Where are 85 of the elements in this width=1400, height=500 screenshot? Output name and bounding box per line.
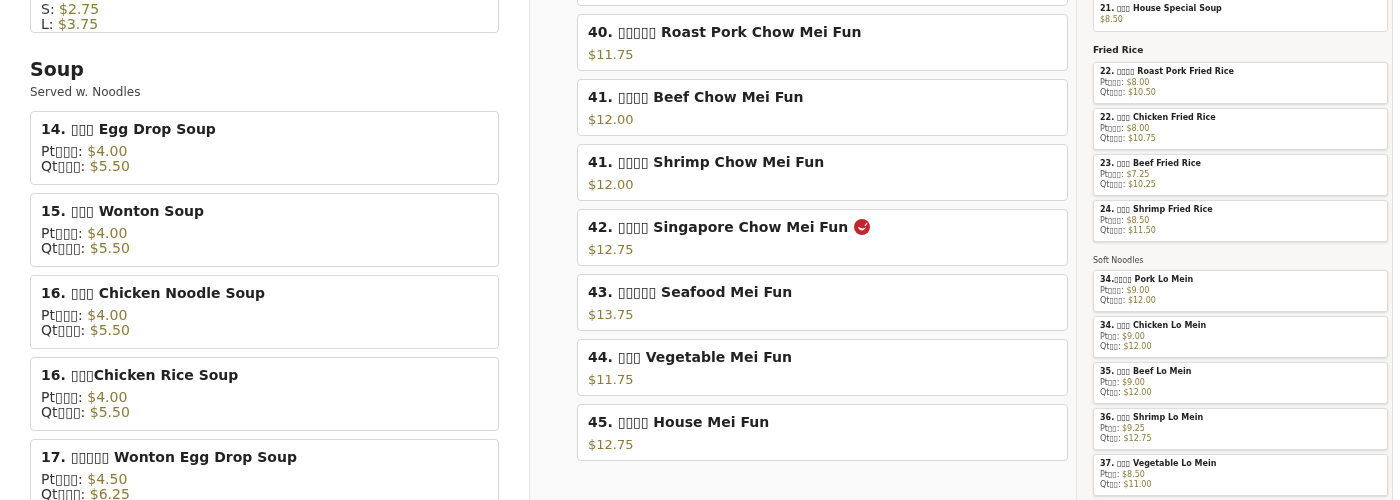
price-line: Pt▯▯: $8.50 — [1100, 470, 1146, 480]
price-line: Pt▯▯▯: $4.00 — [41, 390, 129, 405]
item-name: 22. ▯▯▯ Chicken Fried Rice — [1100, 112, 1217, 123]
menu-item-card[interactable]: 43. ▯▯▯▯▯ Seafood Mei Fun $13.75 — [577, 274, 1068, 331]
price-line: Qt▯▯▯: $11.50 — [1100, 226, 1157, 236]
menu-item-card[interactable]: 36. ▯▯▯ Shrimp Lo Mein Pt▯▯: $9.25 Qt▯▯: $12.75 — [1093, 408, 1388, 450]
section-title: Fried Rice — [1093, 44, 1145, 56]
item-name: 22. ▯▯▯▯ Roast Pork Fried Rice — [1100, 66, 1235, 77]
item-name: 36. ▯▯▯ Shrimp Lo Mein — [1100, 412, 1205, 423]
price-line: Qt▯▯▯: $5.50 — [41, 405, 131, 420]
price-line: Qt▯▯▯: $12.00 — [1100, 296, 1157, 306]
price-line: Qt▯▯▯: $5.50 — [41, 323, 131, 338]
price-line: Qt▯▯▯: $10.50 — [1100, 88, 1157, 98]
item-name: 23. ▯▯▯ Beef Fried Rice — [1100, 158, 1202, 169]
menu-item-card[interactable]: 22. ▯▯▯ Chicken Fried Rice Pt▯▯▯: $8.00 Qt▯▯▯: $10.75 — [1093, 108, 1388, 150]
price-line: Pt▯▯▯: $9.00 — [1100, 286, 1151, 296]
price-line: Qt▯▯: $12.00 — [1100, 388, 1153, 398]
item-price: $12.00 — [588, 112, 635, 127]
menu-item-card[interactable]: 45. ▯▯▯▯ House Mei Fun $12.75 — [577, 404, 1068, 461]
item-name: 43. ▯▯▯▯▯ Seafood Mei Fun — [588, 283, 793, 301]
item-name: 37. ▯▯▯ Vegetable Lo Mein — [1100, 458, 1218, 469]
price-line: S: $2.75 — [41, 2, 101, 17]
price-line: Pt▯▯▯: $8.00 — [1100, 78, 1151, 88]
item-name: 44. ▯▯▯ Vegetable Mei Fun — [588, 348, 792, 366]
item-name: 17. ▯▯▯▯▯ Wonton Egg Drop Soup — [41, 448, 298, 466]
item-name: 15. ▯▯▯ Wonton Soup — [41, 202, 206, 220]
section-title: Soft Noodles — [1093, 256, 1145, 266]
price-line: Qt▯▯: $12.75 — [1100, 434, 1153, 444]
menu-item-card[interactable]: 41. ▯▯▯▯ Shrimp Chow Mei Fun $12.00 — [577, 144, 1068, 201]
item-price: $12.75 — [588, 437, 635, 452]
price-line: Qt▯▯: $12.00 — [1100, 342, 1153, 352]
item-name: 21. ▯▯▯ House Special Soup — [1100, 4, 1223, 14]
item-name: 41. ▯▯▯▯ Beef Chow Mei Fun — [588, 88, 804, 106]
price-line: Pt▯▯: $9.00 — [1100, 378, 1146, 388]
menu-item-card[interactable]: 21. ▯▯▯ House Special Soup $8.50 — [1093, 0, 1388, 32]
price-line: Pt▯▯▯: $7.25 — [1100, 170, 1151, 180]
menu-item-card[interactable]: 40. ▯▯▯▯▯ Roast Pork Chow Mei Fun $11.75 — [577, 14, 1068, 71]
menu-item-card[interactable]: 34. ▯▯▯ Chicken Lo Mein Pt▯▯: $9.00 Qt▯▯: $12.00 — [1093, 316, 1388, 358]
price-line: Qt▯▯: $11.00 — [1100, 480, 1153, 490]
menu-item-card[interactable]: 14. ▯▯▯ Egg Drop Soup Pt▯▯▯: $4.00 Qt▯▯▯: $5.50 — [30, 111, 499, 185]
item-name: 24. ▯▯▯ Shrimp Fried Rice — [1100, 204, 1214, 215]
price-line: Pt▯▯▯: $4.50 — [41, 472, 129, 487]
item-name: 16. ▯▯▯ Chicken Noodle Soup — [41, 284, 267, 302]
price-line: Pt▯▯▯: $4.00 — [41, 308, 129, 323]
item-price: $12.00 — [588, 177, 635, 192]
price-line: Qt▯▯▯: $5.50 — [41, 241, 131, 256]
menu-item-card[interactable]: 34.▯▯▯▯ Pork Lo Mein Pt▯▯▯: $9.00 Qt▯▯▯: $12.00 — [1093, 270, 1388, 312]
menu-item-card[interactable]: 15. ▯▯▯ Wonton Soup Pt▯▯▯: $4.00 Qt▯▯▯: $5.50 — [30, 193, 499, 267]
item-name: 41. ▯▯▯▯ Shrimp Chow Mei Fun — [588, 153, 825, 171]
price-line: Qt▯▯▯: $10.25 — [1100, 180, 1157, 190]
menu-item-card[interactable]: 42. ▯▯▯▯ Singapore Chow Mei Fun $12.75 — [577, 209, 1068, 266]
menu-item-card[interactable]: 24. ▯▯▯ Shrimp Fried Rice Pt▯▯▯: $8.50 Qt▯▯▯: $11.50 — [1093, 200, 1388, 242]
menu-item-card[interactable]: 41. ▯▯▯▯ Beef Chow Mei Fun $12.00 — [577, 79, 1068, 136]
menu-item-card[interactable]: 16. ▯▯▯Chicken Rice Soup Pt▯▯▯: $4.00 Qt▯▯▯: $5.50 — [30, 357, 499, 431]
menu-item-card[interactable]: 44. ▯▯▯ Vegetable Mei Fun $11.75 — [577, 339, 1068, 396]
item-name: 34. ▯▯▯ Chicken Lo Mein — [1100, 320, 1208, 331]
item-name: 14. ▯▯▯ Egg Drop Soup — [41, 120, 217, 138]
section-subtitle: Served w. Noodles — [30, 84, 142, 100]
price-line: Qt▯▯▯: $10.75 — [1100, 134, 1157, 144]
item-price: $12.75 — [588, 242, 635, 257]
menu-item-card[interactable]: 37. ▯▯▯ Vegetable Lo Mein Pt▯▯: $8.50 Qt▯▯: $11.00 — [1093, 454, 1388, 496]
price-line: Qt▯▯▯: $5.50 — [41, 159, 131, 174]
price-line: Pt▯▯▯: $8.00 — [1100, 124, 1151, 134]
price-line: Pt▯▯▯: $4.00 — [41, 226, 129, 241]
item-name: 16. ▯▯▯Chicken Rice Soup — [41, 366, 240, 384]
item-name: 42. ▯▯▯▯ Singapore Chow Mei Fun — [588, 218, 849, 236]
price-line: $8.50 — [1100, 15, 1124, 25]
menu-item-card[interactable]: 35. ▯▯▯ Beef Lo Mein Pt▯▯: $9.00 Qt▯▯: $12.00 — [1093, 362, 1388, 404]
item-name: 45. ▯▯▯▯ House Mei Fun — [588, 413, 770, 431]
price-line: Pt▯▯: $9.00 — [1100, 332, 1146, 342]
menu-item-card[interactable]: S: $2.75 L: $3.75 — [30, 0, 499, 33]
price-line: Pt▯▯▯: $4.00 — [41, 144, 129, 159]
price-line: L: $3.75 — [41, 17, 100, 32]
menu-item-card[interactable]: 22. ▯▯▯▯ Roast Pork Fried Rice Pt▯▯▯: $8.00 Qt▯▯▯: $10.50 — [1093, 62, 1388, 104]
item-price: $11.75 — [588, 372, 635, 387]
item-price: $11.75 — [588, 47, 635, 62]
price-line: Pt▯▯▯: $8.50 — [1100, 216, 1151, 226]
item-name: 40. ▯▯▯▯▯ Roast Pork Chow Mei Fun — [588, 23, 862, 41]
section-title: Soup — [30, 57, 85, 81]
menu-item-card[interactable]: 16. ▯▯▯ Chicken Noodle Soup Pt▯▯▯: $4.00 Qt▯▯▯: $5.50 — [30, 275, 499, 349]
item-price: $13.75 — [588, 307, 635, 322]
item-name: 34.▯▯▯▯ Pork Lo Mein — [1100, 274, 1195, 285]
menu-item-card[interactable]: 23. ▯▯▯ Beef Fried Rice Pt▯▯▯: $7.25 Qt▯▯▯: $10.25 — [1093, 154, 1388, 196]
item-name: 35. ▯▯▯ Beef Lo Mein — [1100, 366, 1193, 377]
price-line: Pt▯▯: $9.25 — [1100, 424, 1146, 434]
